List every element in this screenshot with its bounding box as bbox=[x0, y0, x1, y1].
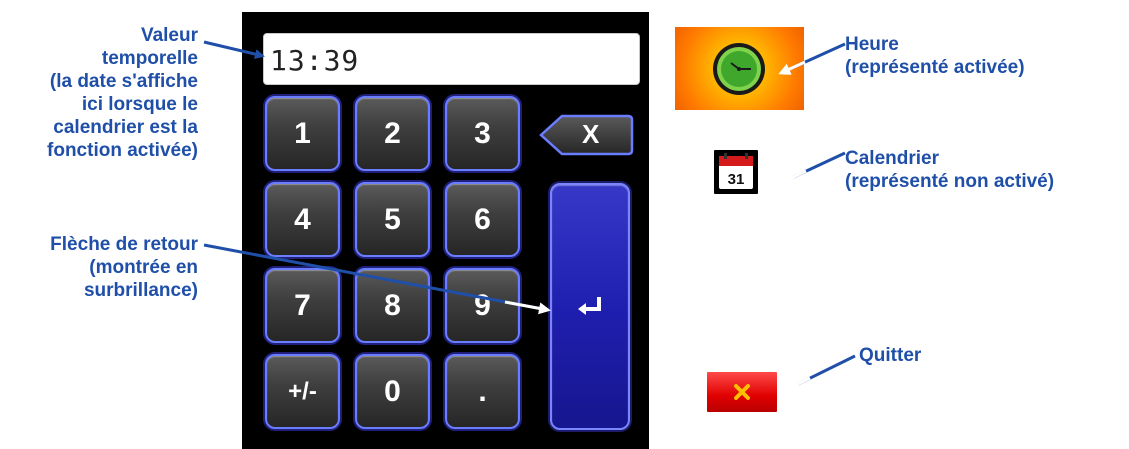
callout-arrow-quitter-white bbox=[787, 376, 811, 390]
callout-arrow-heure-white bbox=[778, 60, 806, 75]
callout-arrow-valeur bbox=[203, 40, 265, 60]
callout-arrows bbox=[203, 40, 856, 390]
callout-arrow-fleche-blue bbox=[203, 243, 549, 312]
callout-arrow-fleche-white bbox=[504, 300, 551, 315]
callout-arrow-calendrier-white bbox=[782, 169, 807, 183]
